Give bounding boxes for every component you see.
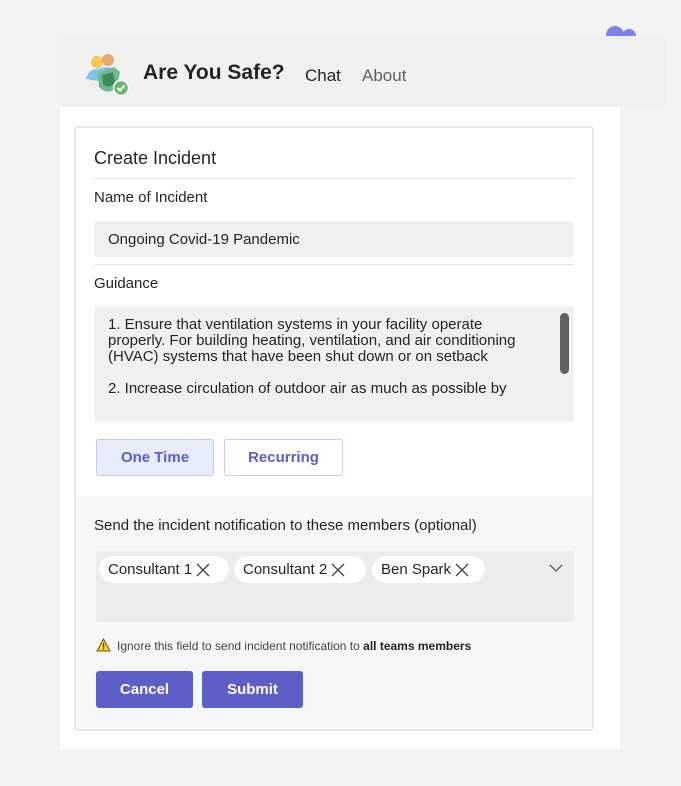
- close-icon[interactable]: [196, 563, 210, 577]
- warning-icon: [96, 638, 111, 652]
- tab-about[interactable]: About: [362, 66, 406, 86]
- guidance-label: Guidance: [94, 275, 159, 292]
- chevron-down-icon[interactable]: [548, 563, 564, 573]
- title-divider: [94, 178, 574, 179]
- warning-emphasis: all teams members: [363, 639, 472, 653]
- member-chip-label: Consultant 2: [243, 561, 328, 578]
- tab-chat[interactable]: Chat: [305, 66, 341, 86]
- member-chip-label: Consultant 1: [108, 561, 193, 578]
- guidance-textarea[interactable]: 1. Ensure that ventilation systems in yo…: [94, 306, 574, 422]
- member-chip-ben-spark: Ben Spark: [372, 556, 485, 583]
- recurring-button[interactable]: Recurring: [224, 439, 343, 476]
- close-icon[interactable]: [455, 563, 469, 577]
- app-title: Are You Safe?: [143, 61, 285, 84]
- submit-button[interactable]: Submit: [202, 671, 303, 708]
- members-label: Send the incident notification to these …: [94, 517, 477, 534]
- one-time-button[interactable]: One Time: [96, 439, 214, 476]
- are-you-safe-icon: [86, 54, 130, 97]
- guidance-scrollbar[interactable]: [560, 313, 569, 374]
- name-divider: [94, 264, 574, 265]
- close-icon[interactable]: [331, 563, 345, 577]
- incident-name-input[interactable]: Ongoing Covid-19 Pandemic: [94, 221, 574, 257]
- guidance-text: 1. Ensure that ventilation systems in yo…: [108, 316, 516, 397]
- warning-text: Ignore this field to send incident notif…: [117, 639, 364, 653]
- incident-name-label: Name of Incident: [94, 189, 208, 206]
- warning-message: Ignore this field to send incident notif…: [117, 639, 471, 653]
- member-chip-label: Ben Spark: [381, 561, 452, 578]
- member-chip-consultant-2: Consultant 2: [234, 556, 366, 583]
- member-chip-consultant-1: Consultant 1: [99, 556, 229, 583]
- page-title: Create Incident: [94, 148, 217, 168]
- cancel-button[interactable]: Cancel: [96, 671, 193, 708]
